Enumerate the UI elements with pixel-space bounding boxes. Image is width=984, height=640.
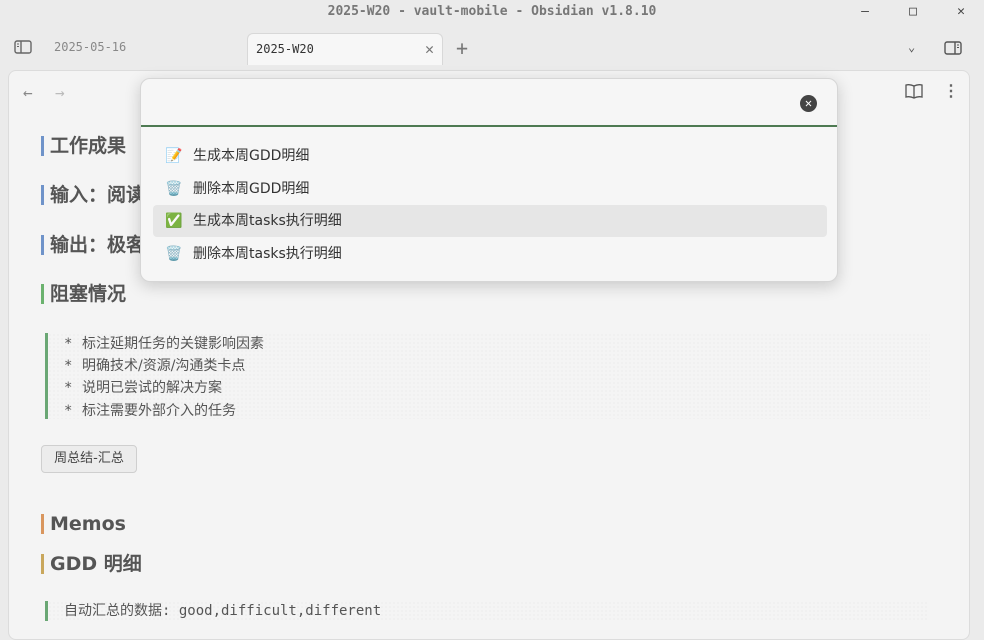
more-options-icon[interactable]: ⋮ bbox=[943, 81, 959, 100]
new-tab-icon[interactable]: + bbox=[456, 36, 468, 60]
right-sidebar-toggle-icon[interactable] bbox=[944, 41, 962, 55]
heading-memos: Memos bbox=[41, 513, 126, 535]
left-sidebar-toggle-icon[interactable] bbox=[14, 40, 32, 54]
suggestion-item-create-gdd[interactable]: 📝 生成本周GDD明细 bbox=[153, 140, 827, 172]
forward-arrow-icon[interactable]: → bbox=[55, 83, 65, 102]
clear-input-close-icon[interactable]: ✕ bbox=[800, 95, 817, 112]
list-item: * 标注需要外部介入的任务 bbox=[64, 403, 236, 419]
tab-label: 2025-W20 bbox=[256, 42, 314, 56]
suggestion-label: 生成本周GDD明细 bbox=[193, 148, 310, 164]
auto-summary-line: 自动汇总的数据: good,difficult,different bbox=[45, 601, 927, 621]
list-item: * 标注延期任务的关键影响因素 bbox=[64, 336, 264, 352]
back-arrow-icon[interactable]: ← bbox=[23, 83, 33, 102]
maximize-button[interactable]: □ bbox=[905, 4, 921, 20]
list-item: * 明确技术/资源/沟通类卡点 bbox=[64, 358, 246, 374]
trash-emoji-icon: 🗑️ bbox=[165, 181, 183, 197]
minimize-button[interactable]: — bbox=[857, 4, 873, 20]
tab-close-icon[interactable]: ✕ bbox=[425, 40, 434, 58]
memo-emoji-icon: 📝 bbox=[165, 148, 183, 164]
window-title: 2025-W20 - vault-mobile - Obsidian v1.8.… bbox=[327, 4, 657, 19]
check-mark-emoji-icon: ✅ bbox=[165, 213, 183, 229]
tab-bar: 2025-05-16 2025-W20 ✕ + ⌄ bbox=[0, 30, 984, 66]
tab-2025-w20[interactable]: 2025-W20 ✕ bbox=[247, 33, 443, 65]
suggestion-label: 删除本周tasks执行明细 bbox=[193, 246, 342, 262]
suggestion-item-delete-gdd[interactable]: 🗑️ 删除本周GDD明细 bbox=[153, 173, 827, 205]
reading-view-book-icon[interactable] bbox=[905, 83, 923, 99]
trash-emoji-icon: 🗑️ bbox=[165, 246, 183, 262]
tab-2025-05-16[interactable]: 2025-05-16 bbox=[54, 40, 126, 54]
command-suggester-modal: ✕ 📝 生成本周GDD明细 🗑️ 删除本周GDD明细 ✅ 生成本周tasks执行… bbox=[140, 78, 838, 282]
suggestion-item-delete-tasks[interactable]: 🗑️ 删除本周tasks执行明细 bbox=[153, 238, 827, 270]
tab-list-chevron-icon[interactable]: ⌄ bbox=[908, 40, 915, 54]
heading-gdd: GDD 明细 bbox=[41, 553, 142, 575]
suggester-input[interactable] bbox=[141, 79, 837, 127]
list-item: * 说明已尝试的解决方案 bbox=[64, 380, 222, 396]
heading-work-results: 工作成果 bbox=[41, 135, 126, 157]
heading-blockers: 阻塞情况 bbox=[41, 283, 126, 305]
weekly-summary-button[interactable]: 周总结-汇总 bbox=[41, 445, 137, 473]
suggestion-label: 生成本周tasks执行明细 bbox=[193, 213, 342, 229]
suggestion-item-create-tasks[interactable]: ✅ 生成本周tasks执行明细 bbox=[153, 205, 827, 237]
suggestion-label: 删除本周GDD明细 bbox=[193, 181, 310, 197]
heading-input-reading: 输入：阅读 bbox=[41, 184, 145, 206]
blockers-callout: * 标注延期任务的关键影响因素 * 明确技术/资源/沟通类卡点 * 说明已尝试的解决方… bbox=[45, 333, 930, 419]
heading-output: 输出：极客 bbox=[41, 234, 145, 256]
close-window-button[interactable]: ✕ bbox=[953, 4, 969, 20]
